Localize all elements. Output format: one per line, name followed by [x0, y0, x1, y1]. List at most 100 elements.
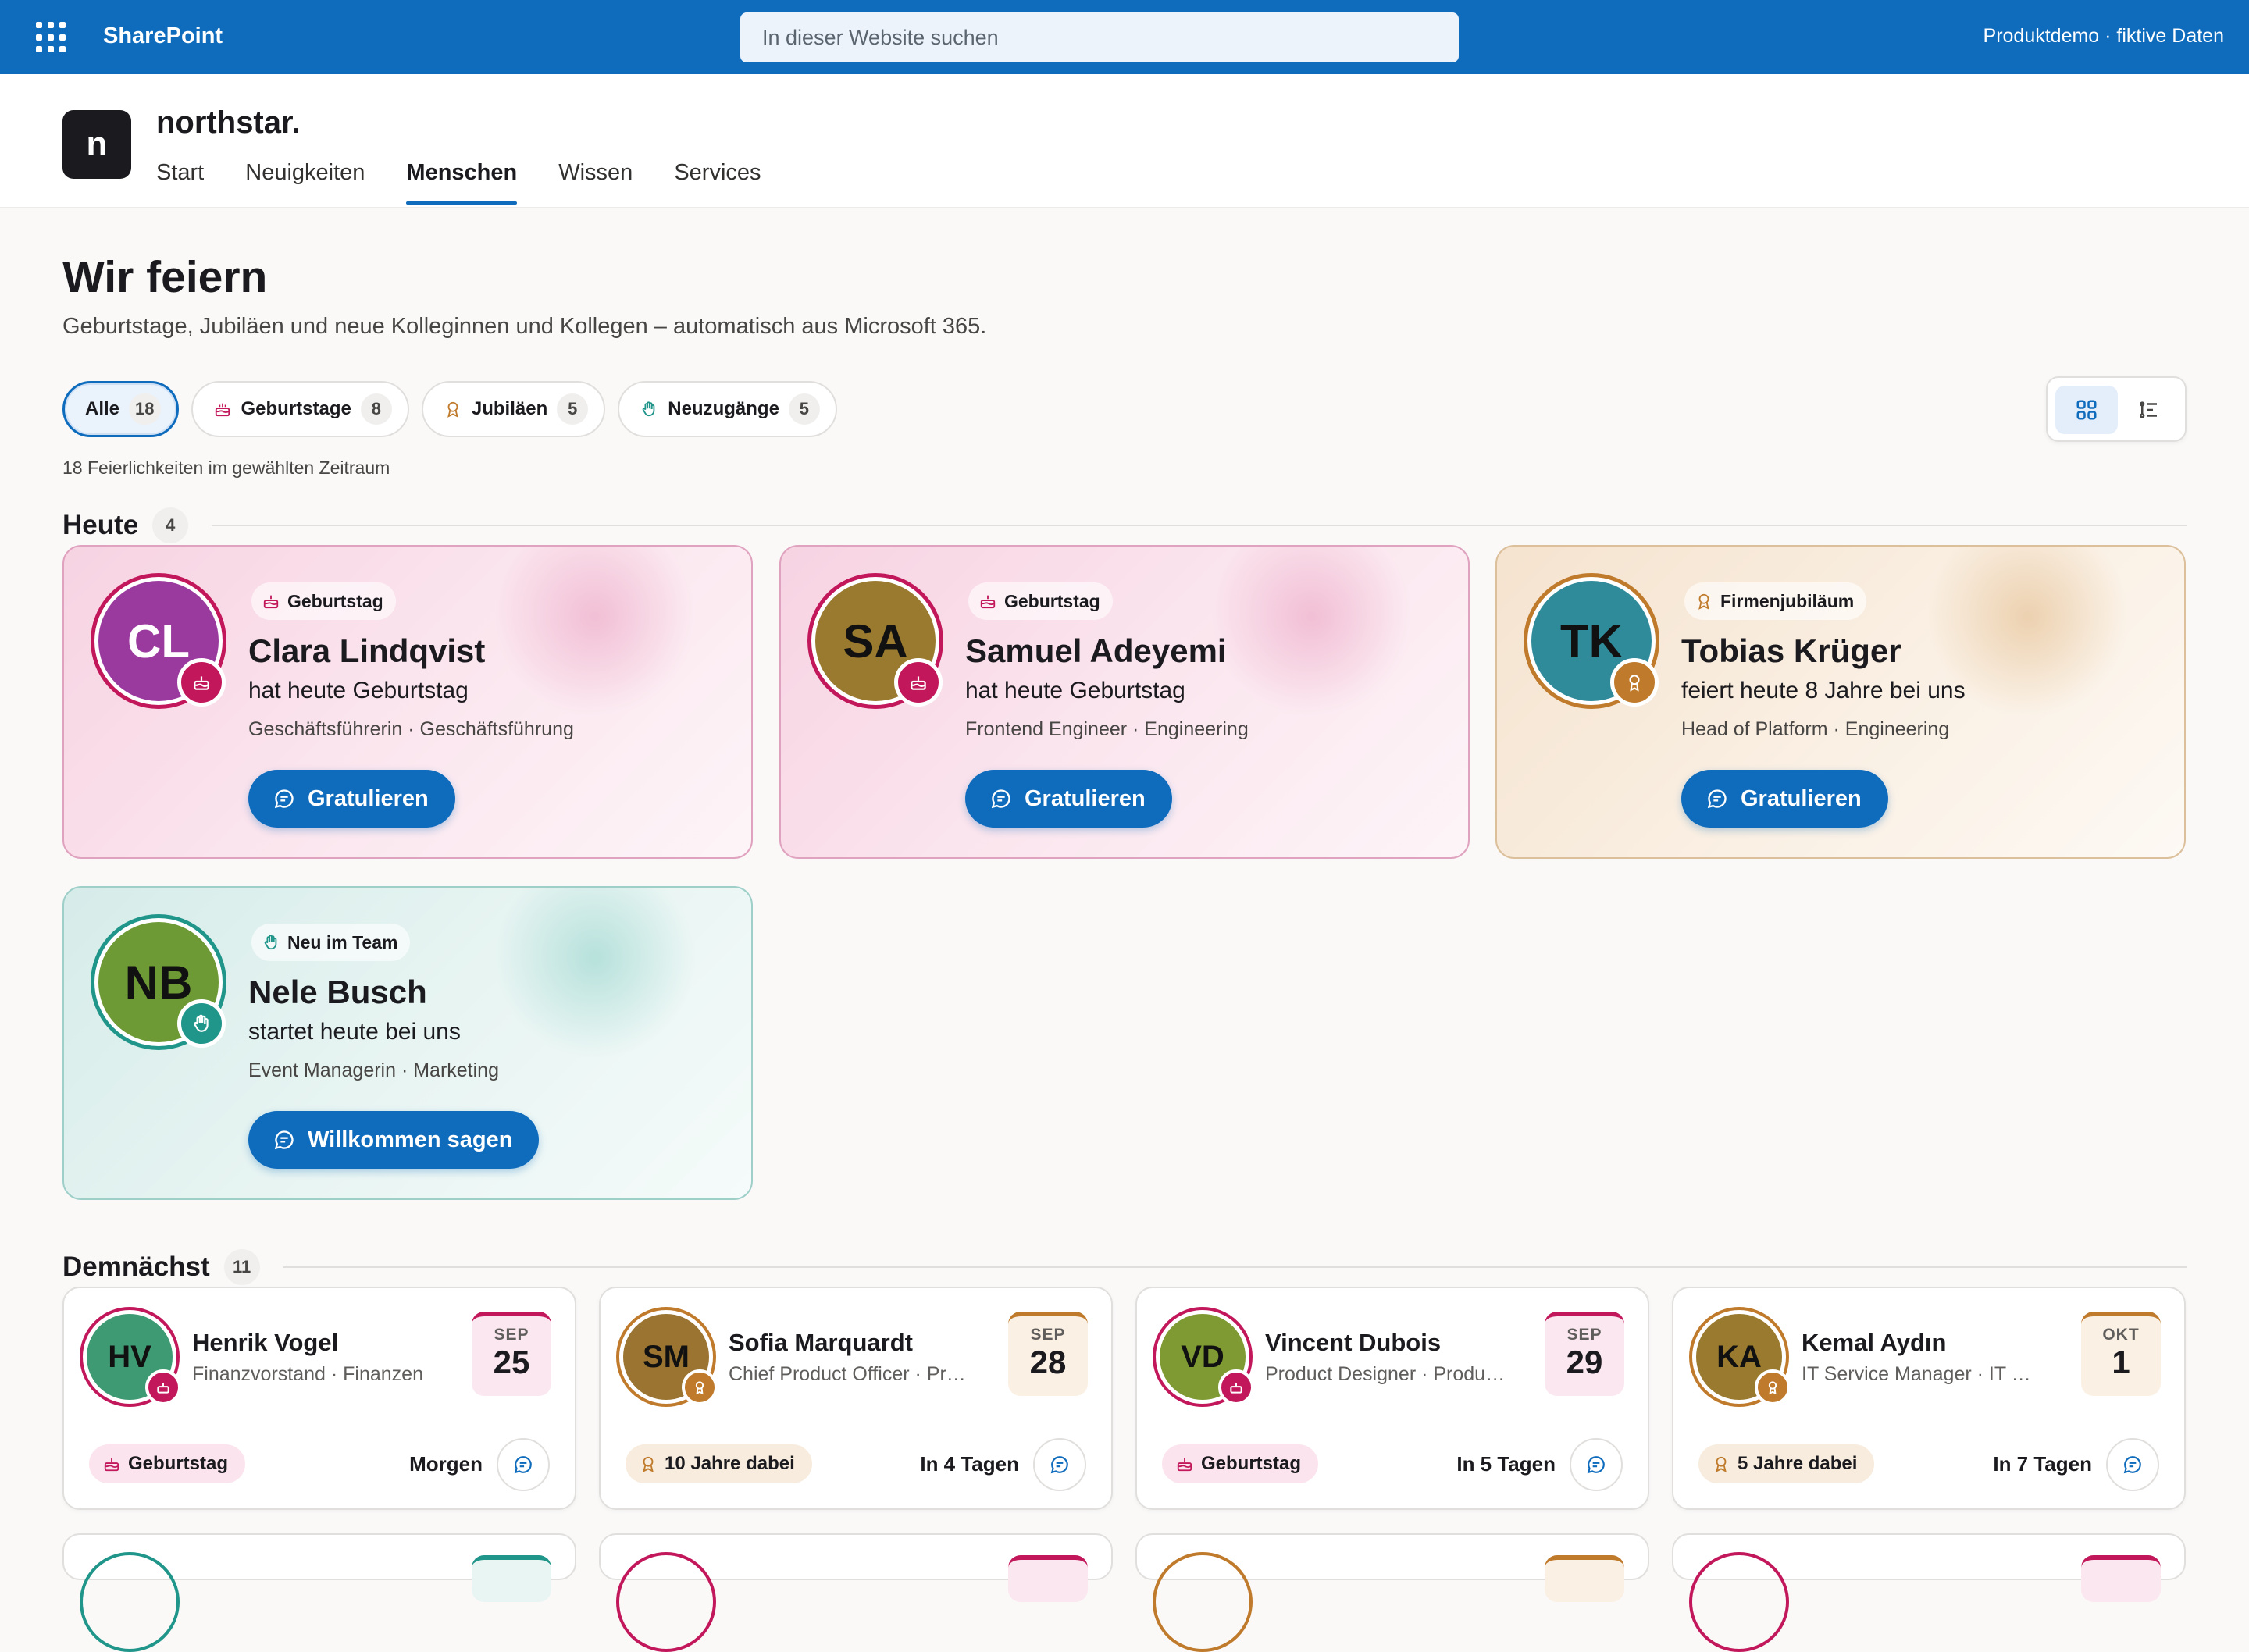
chat-icon	[2123, 1456, 2141, 1474]
date-month: SEP	[1030, 1326, 1066, 1344]
person-name[interactable]: Samuel Adeyemi	[965, 632, 1227, 670]
celebration-tag: Geburtstag	[89, 1444, 246, 1483]
award-icon	[682, 1369, 718, 1405]
site-title[interactable]: northstar.	[156, 105, 300, 141]
filter-label: Neuzugänge	[668, 398, 779, 419]
date-month: SEP	[494, 1326, 529, 1344]
avatar: VD	[1153, 1307, 1254, 1407]
welcome-button[interactable]: Willkommen sagen	[248, 1111, 540, 1169]
person-name[interactable]: Nele Busch	[248, 974, 427, 1011]
cake-icon	[1218, 1369, 1254, 1405]
message-button[interactable]	[1570, 1438, 1623, 1491]
person-name[interactable]: Vincent Dubois	[1265, 1329, 1441, 1357]
upcoming-card[interactable]: KA Kemal Aydın IT Service Manager · IT &…	[1672, 1287, 2186, 1510]
date-badge: SEP 25	[472, 1312, 551, 1396]
congratulate-button[interactable]: Gratulieren	[248, 770, 455, 828]
chat-icon	[1587, 1456, 1605, 1474]
person-role: Head of Platform · Engineering	[1681, 718, 1950, 740]
nav-neuigkeiten[interactable]: Neuigkeiten	[245, 160, 365, 200]
tag-label: 10 Jahre dabei	[665, 1453, 795, 1474]
award-icon	[643, 1456, 654, 1472]
award-icon	[1610, 658, 1659, 707]
chat-icon	[514, 1456, 532, 1474]
avatar[interactable]: SA	[807, 573, 943, 709]
grid-view-button[interactable]	[2055, 386, 2118, 434]
site-logo[interactable]: n	[62, 110, 131, 179]
result-count: 18 Feierlichkeiten im gewählten Zeitraum	[62, 458, 390, 478]
upcoming-card[interactable]: SM Sofia Marquardt Chief Product Officer…	[599, 1287, 1113, 1510]
section-title: Demnächst	[62, 1251, 210, 1282]
nav-wissen[interactable]: Wissen	[558, 160, 633, 200]
celebration-description: startet heute bei uns	[248, 1019, 461, 1045]
person-role: Finanzvorstand · Finanzen	[192, 1363, 423, 1385]
wave-hand-icon	[640, 400, 658, 418]
relative-date: In 4 Tagen	[920, 1452, 1019, 1476]
relative-date: In 5 Tagen	[1456, 1452, 1556, 1476]
person-role: Event Managerin · Marketing	[248, 1059, 499, 1081]
filter-geburtstage[interactable]: Geburtstage 8	[191, 381, 409, 437]
celebration-tag: Geburtstag	[1162, 1444, 1319, 1483]
person-name[interactable]: Henrik Vogel	[192, 1329, 338, 1357]
date-day: 29	[1566, 1344, 1603, 1380]
cake-icon	[104, 1458, 119, 1472]
person-role: Frontend Engineer · Engineering	[965, 718, 1249, 740]
list-icon	[2140, 401, 2157, 418]
filter-count: 8	[360, 393, 392, 425]
suite-bar: SharePoint Produktdemo · fiktive Daten	[0, 0, 2249, 74]
site-search-input[interactable]	[740, 12, 1459, 62]
section-title: Heute	[62, 510, 139, 540]
cake-icon	[894, 658, 943, 707]
celebration-tag: Geburtstag	[968, 582, 1113, 620]
button-label: Gratulieren	[308, 785, 429, 811]
app-launcher-icon[interactable]	[36, 22, 67, 53]
celebration-description: feiert heute 8 Jahre bei uns	[1681, 678, 1966, 703]
congratulate-button[interactable]: Gratulieren	[1681, 770, 1888, 828]
person-name[interactable]: Clara Lindqvist	[248, 632, 485, 670]
filter-jubilaeen[interactable]: Jubiläen 5	[421, 381, 606, 437]
celebration-description: hat heute Geburtstag	[248, 678, 469, 703]
cake-icon	[1177, 1458, 1192, 1472]
upcoming-card-partial	[1135, 1533, 1649, 1652]
person-role: IT Service Manager · IT & …	[1802, 1363, 2044, 1385]
award-icon	[1698, 593, 1709, 610]
nav-start[interactable]: Start	[156, 160, 204, 200]
nav-menschen[interactable]: Menschen	[406, 160, 517, 205]
person-name[interactable]: Tobias Krüger	[1681, 632, 1901, 670]
filter-neuzugaenge[interactable]: Neuzugänge 5	[618, 381, 837, 437]
today-card: NB Neu im Team Nele Busch startet heute …	[62, 886, 753, 1200]
message-button[interactable]	[497, 1438, 550, 1491]
date-badge: OKT 1	[2081, 1312, 2161, 1396]
today-card: SA Geburtstag Samuel Adeyemi hat heute G…	[779, 545, 1470, 859]
list-view-button[interactable]	[2118, 386, 2180, 434]
person-name[interactable]: Kemal Aydın	[1802, 1329, 1946, 1357]
button-label: Gratulieren	[1025, 785, 1146, 811]
date-day: 1	[2112, 1344, 2130, 1380]
avatar[interactable]: NB	[91, 914, 226, 1050]
app-name[interactable]: SharePoint	[103, 23, 223, 49]
site-header: n northstar. Start Neuigkeiten Menschen …	[0, 74, 2249, 208]
cake-icon	[213, 400, 232, 418]
avatar[interactable]: CL	[91, 573, 226, 709]
button-label: Willkommen sagen	[308, 1127, 513, 1152]
relative-date: In 7 Tagen	[1993, 1452, 2092, 1476]
chat-icon	[274, 1130, 294, 1150]
upcoming-card[interactable]: VD Vincent Dubois Product Designer · Pro…	[1135, 1287, 1649, 1510]
cake-icon	[145, 1369, 181, 1405]
upcoming-card[interactable]: HV Henrik Vogel Finanzvorstand · Finanze…	[62, 1287, 576, 1510]
person-name[interactable]: Sofia Marquardt	[729, 1329, 913, 1357]
congratulate-button[interactable]: Gratulieren	[965, 770, 1172, 828]
filter-alle[interactable]: Alle 18	[62, 381, 179, 437]
section-count: 11	[223, 1249, 260, 1285]
person-role: Geschäftsführerin · Geschäftsführung	[248, 718, 574, 740]
filter-count: 5	[788, 393, 820, 425]
avatar[interactable]: TK	[1524, 573, 1659, 709]
section-count: 4	[152, 507, 189, 543]
celebration-tag: 5 Jahre dabei	[1698, 1444, 1875, 1483]
nav-services[interactable]: Services	[674, 160, 761, 200]
chat-icon	[1707, 789, 1727, 809]
section-divider	[283, 1266, 2187, 1268]
message-button[interactable]	[2106, 1438, 2159, 1491]
upcoming-card-partial	[62, 1533, 576, 1652]
message-button[interactable]	[1033, 1438, 1086, 1491]
celebration-tag: Neu im Team	[251, 924, 411, 961]
